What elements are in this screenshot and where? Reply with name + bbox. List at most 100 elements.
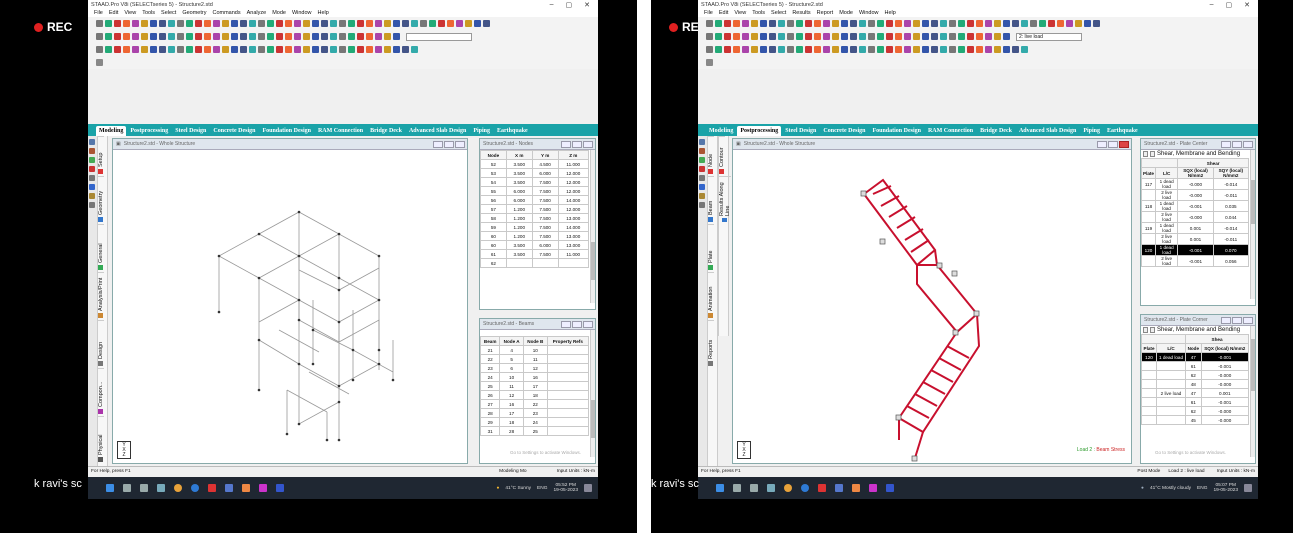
tool-icon[interactable] [814,33,821,40]
tool-icon[interactable] [904,46,911,53]
menu-edit[interactable]: Edit [109,10,118,16]
tool-icon[interactable] [940,20,947,27]
tab-bridge-deck[interactable]: Bridge Deck [367,126,405,136]
tool-icon[interactable] [805,46,812,53]
tool-icon[interactable] [940,46,947,53]
tool-icon[interactable] [778,33,785,40]
tool-icon[interactable] [706,46,713,53]
column-header[interactable]: Node [480,150,507,160]
tool-icon[interactable] [186,46,193,53]
tool-icon[interactable] [366,46,373,53]
tool-icon[interactable] [1021,20,1028,27]
table-row[interactable]: 28 17 23 [479,408,590,418]
tool-icon[interactable] [715,33,722,40]
tool-icon[interactable] [949,20,956,27]
column-header[interactable]: SQX (local) N/mm2 [1177,167,1214,179]
tool-icon[interactable] [195,33,202,40]
table-row[interactable]: 2 live load -0.001 0.056 [1141,255,1250,267]
tool-icon[interactable] [105,33,112,40]
menu-help[interactable]: Help [885,10,896,16]
tool-icon[interactable] [249,20,256,27]
tool-icon[interactable] [1003,20,1010,27]
plate-corner-scrollbar[interactable] [1250,326,1255,457]
tool-icon[interactable] [868,33,875,40]
tool-icon[interactable] [931,33,938,40]
table-row[interactable]: 60 3.500 6.000 13.000 [480,240,590,250]
sidebar-item-setup[interactable]: Setup [98,136,104,176]
sidebar-item-node[interactable]: Node [708,136,714,176]
tool-icon[interactable] [89,193,95,199]
menu-file[interactable]: File [704,10,713,16]
tool-icon[interactable] [751,46,758,53]
zoom-icon[interactable] [276,484,284,492]
tab-foundation-design[interactable]: Foundation Design [869,126,924,136]
table-row[interactable]: 57 1.200 7.500 12.000 [480,204,590,214]
tool-icon[interactable] [733,33,740,40]
tool-icon[interactable] [841,33,848,40]
app-icon[interactable] [259,484,267,492]
tool-icon[interactable] [985,46,992,53]
tool-icon[interactable] [985,33,992,40]
windows-start-icon[interactable] [106,484,114,492]
tool-icon[interactable] [913,33,920,40]
tool-icon[interactable] [895,46,902,53]
menu-tools[interactable]: Tools [752,10,765,16]
sidebar-item-animation[interactable]: Animation [708,272,714,320]
tool-icon[interactable] [1039,20,1046,27]
sidebar-item-analysis-print[interactable]: Analysis/Print [98,272,104,320]
tool-icon[interactable] [89,175,95,181]
table-row[interactable]: 26 12 18 [479,390,590,400]
column-header[interactable]: Plate [1140,343,1158,353]
column-header[interactable]: X m [505,150,533,160]
tool-icon[interactable] [393,20,400,27]
tool-icon[interactable] [1066,20,1073,27]
sidebar-item-general[interactable]: General [98,224,104,272]
tab-foundation-design[interactable]: Foundation Design [259,126,314,136]
tool-icon[interactable] [778,46,785,53]
tool-icon[interactable] [89,184,95,190]
menu-results[interactable]: Results [792,10,810,16]
table-row[interactable]: 62 [480,258,590,268]
tool-icon[interactable] [303,33,310,40]
chrome-icon[interactable] [174,484,182,492]
frame-wireframe[interactable] [113,150,467,464]
tool-icon[interactable] [96,33,103,40]
table-row[interactable]: 24 10 16 [479,372,590,382]
tool-icon[interactable] [258,33,265,40]
sidebar-item-physical[interactable]: Physical [98,416,104,464]
view-close-button[interactable] [455,140,465,148]
tool-icon[interactable] [375,46,382,53]
column-header[interactable]: Node B [522,336,548,346]
sidebar-item-reports[interactable]: Reports [708,320,714,368]
tool-icon[interactable] [850,33,857,40]
tool-icon[interactable] [733,46,740,53]
tool-icon[interactable] [141,46,148,53]
tool-icon[interactable] [285,46,292,53]
table-row[interactable]: 31 28 25 [479,426,590,436]
minimize-button[interactable]: – [1210,1,1214,9]
tool-icon[interactable] [249,33,256,40]
tool-icon[interactable] [1021,46,1028,53]
table-row[interactable]: 117 1 dead load -0.000 -0.014 [1141,178,1250,190]
column-header[interactable]: Node A [499,336,524,346]
search-icon[interactable] [123,484,131,492]
view-minimize-button[interactable] [433,140,443,148]
plate-corner-close-button[interactable] [1243,316,1253,324]
tool-icon[interactable] [706,59,713,66]
tool-icon[interactable] [204,20,211,27]
tool-icon[interactable] [240,46,247,53]
sidebar-item-results-along-line[interactable]: Results Along Line [719,176,731,224]
tool-icon[interactable] [447,20,454,27]
tool-icon[interactable] [294,33,301,40]
tool-icon[interactable] [258,20,265,27]
tool-icon[interactable] [976,20,983,27]
tool-icon[interactable] [976,46,983,53]
tool-icon[interactable] [366,33,373,40]
tool-icon[interactable] [699,184,705,190]
tool-icon[interactable] [751,33,758,40]
tab-postprocessing[interactable]: Postprocessing [737,126,782,136]
tool-icon[interactable] [742,46,749,53]
tool-icon[interactable] [742,33,749,40]
tab-piping[interactable]: Piping [470,126,493,136]
tool-icon[interactable] [168,46,175,53]
